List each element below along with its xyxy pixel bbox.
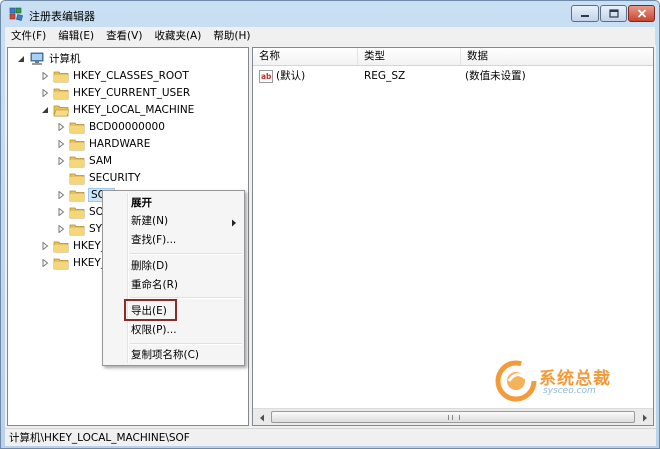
value-data: (数值未设置) xyxy=(465,70,526,82)
menu-separator xyxy=(130,253,242,255)
tree-item-label: SAM xyxy=(89,154,113,167)
status-bar: 计算机\HKEY_LOCAL_MACHINE\SOF xyxy=(5,428,656,446)
list-header: 名称 类型 数据 xyxy=(253,48,653,66)
folder-icon xyxy=(69,139,85,150)
folder-icon xyxy=(53,88,69,99)
scroll-right-button[interactable] xyxy=(637,410,652,425)
minimize-icon xyxy=(581,14,589,17)
tree-item-hkey-current-user[interactable]: HKEY_CURRENT_USER xyxy=(40,84,190,101)
context-menu: 展开 新建(N) 查找(F)... 删除(D) 重命名(R) 导出(E) 权限(… xyxy=(102,190,245,366)
watermark: 系统总裁 sysceo.com xyxy=(495,360,625,402)
submenu-arrow-icon xyxy=(232,219,236,227)
collapsed-arrow-icon[interactable] xyxy=(40,241,49,250)
tree-item-label: HARDWARE xyxy=(89,137,151,150)
computer-icon xyxy=(30,52,44,65)
string-value-icon: ab xyxy=(259,70,273,83)
tree-item-bcd[interactable]: BCD00000000 xyxy=(56,118,165,135)
menu-separator xyxy=(130,343,242,345)
scroll-left-icon xyxy=(259,414,264,421)
ctx-new[interactable]: 新建(N) xyxy=(131,212,168,230)
sysceo-logo-icon xyxy=(495,360,537,402)
folder-icon xyxy=(69,224,85,235)
menu-view[interactable]: 查看(V) xyxy=(100,27,148,45)
maximize-button[interactable] xyxy=(600,5,627,22)
expanded-arrow-icon[interactable] xyxy=(40,105,49,114)
collapsed-arrow-icon[interactable] xyxy=(56,190,65,199)
collapsed-arrow-icon[interactable] xyxy=(56,224,65,233)
svg-text:ab: ab xyxy=(261,72,272,81)
grip-icon xyxy=(448,415,460,420)
window-title: 注册表编辑器 xyxy=(29,10,95,23)
collapsed-arrow-icon[interactable] xyxy=(56,207,65,216)
minimize-button[interactable] xyxy=(571,5,599,22)
collapsed-arrow-icon[interactable] xyxy=(40,258,49,267)
export-highlight-box xyxy=(124,299,177,321)
ctx-rename[interactable]: 重命名(R) xyxy=(131,276,178,294)
scroll-thumb[interactable] xyxy=(271,411,635,423)
column-header-data[interactable]: 数据 xyxy=(461,48,653,65)
collapsed-arrow-icon[interactable] xyxy=(40,88,49,97)
value-name: (默认) xyxy=(276,70,306,82)
folder-icon xyxy=(69,207,85,218)
maximize-icon xyxy=(608,9,619,18)
tree-item-sam[interactable]: SAM xyxy=(56,152,112,169)
tree-item-label: HKEY_CURRENT_USER xyxy=(73,86,191,99)
open-folder-icon xyxy=(53,105,69,116)
horizontal-scrollbar[interactable] xyxy=(253,408,653,425)
folder-icon xyxy=(69,156,85,167)
scroll-right-icon xyxy=(642,414,647,421)
column-header-type[interactable]: 类型 xyxy=(358,48,461,65)
folder-icon xyxy=(53,258,69,269)
menu-help[interactable]: 帮助(H) xyxy=(207,27,256,45)
registry-editor-window: 注册表编辑器 文件(F) 编辑(E) 查看(V) 收藏夹(A) 帮助(H) 计算… xyxy=(0,0,660,449)
tree-root-label: 计算机 xyxy=(49,53,81,65)
collapsed-arrow-icon[interactable] xyxy=(56,122,65,131)
folder-icon xyxy=(69,173,85,184)
menu-favorites[interactable]: 收藏夹(A) xyxy=(148,27,207,45)
collapsed-arrow-icon[interactable] xyxy=(40,71,49,80)
watermark-url: sysceo.com xyxy=(543,386,596,396)
ctx-find[interactable]: 查找(F)... xyxy=(131,231,176,249)
ctx-copy-key-name[interactable]: 复制项名称(C) xyxy=(131,346,199,364)
tree-item-hardware[interactable]: HARDWARE xyxy=(56,135,150,152)
tree-item-hkey-classes-root[interactable]: HKEY_CLASSES_ROOT xyxy=(40,67,189,84)
collapsed-arrow-icon[interactable] xyxy=(56,156,65,165)
registry-editor-icon xyxy=(9,7,23,21)
close-icon xyxy=(637,9,646,18)
title-bar[interactable]: 注册表编辑器 xyxy=(1,1,659,27)
tree-item-security[interactable]: SECURITY xyxy=(56,169,141,186)
folder-icon xyxy=(53,241,69,252)
ctx-permissions[interactable]: 权限(P)... xyxy=(131,321,177,339)
list-item[interactable]: ab (默认) REG_SZ (数值未设置) xyxy=(253,68,653,85)
scroll-left-button[interactable] xyxy=(254,410,269,425)
folder-icon xyxy=(53,71,69,82)
folder-icon xyxy=(69,122,85,133)
menu-edit[interactable]: 编辑(E) xyxy=(52,27,100,45)
close-button[interactable] xyxy=(628,5,655,22)
folder-icon xyxy=(69,190,85,201)
ctx-expand[interactable]: 展开 xyxy=(131,194,152,212)
tree-item-hkey-local-machine[interactable]: HKEY_LOCAL_MACHINE xyxy=(40,101,194,118)
menu-file[interactable]: 文件(F) xyxy=(5,27,52,45)
tree-item-label: HKEY_LOCAL_MACHINE xyxy=(73,103,195,116)
menu-bar: 文件(F) 编辑(E) 查看(V) 收藏夹(A) 帮助(H) xyxy=(5,27,655,46)
tree-item-label: HKEY_CLASSES_ROOT xyxy=(73,69,189,82)
column-header-name[interactable]: 名称 xyxy=(253,48,358,65)
expanded-arrow-icon[interactable] xyxy=(16,54,25,63)
tree-item-label: SECURITY xyxy=(89,171,141,184)
value-type: REG_SZ xyxy=(364,70,406,82)
ctx-delete[interactable]: 删除(D) xyxy=(131,257,168,275)
tree-root[interactable]: 计算机 xyxy=(16,50,81,67)
collapsed-arrow-icon[interactable] xyxy=(56,139,65,148)
tree-item-label: BCD00000000 xyxy=(89,120,165,133)
